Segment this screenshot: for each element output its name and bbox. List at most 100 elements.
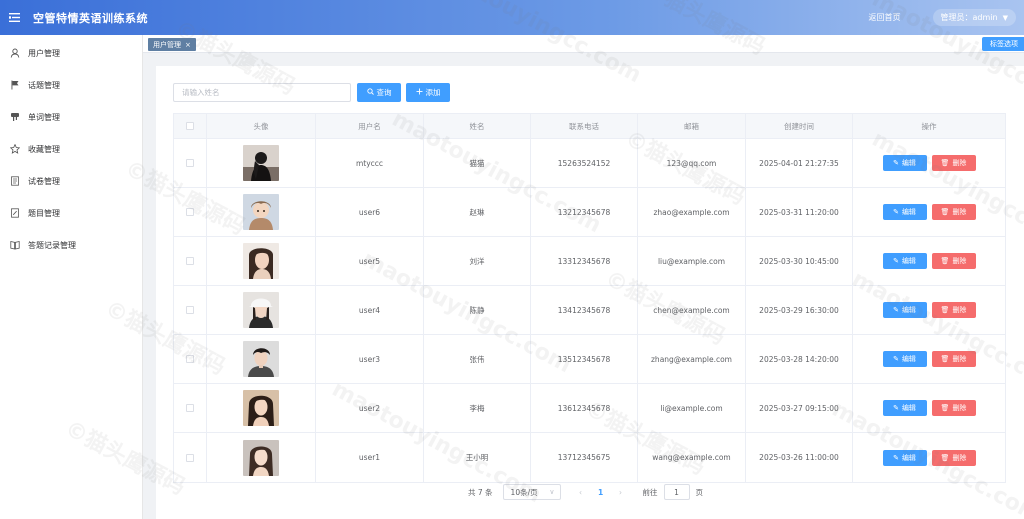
edit-icon: ✎ [893,355,899,363]
row-select-cell[interactable] [174,286,207,334]
actions-cell: ✎ 编辑 🗑 删除 [853,188,1005,236]
sidebar-item-label: 试卷管理 [28,176,60,186]
phone-cell: 13712345675 [531,433,638,482]
delete-button[interactable]: 🗑 删除 [931,155,976,171]
edit-button[interactable]: ✎ 编辑 [882,253,927,269]
search-button[interactable]: 查询 [357,83,401,102]
header-right: 返回首页 管理员：admin ▼ [869,0,1016,35]
book-icon [9,240,20,251]
sidebar-item-topics[interactable]: 话题管理 [0,69,142,101]
page-unit-label: 页 [695,487,704,497]
edit-button[interactable]: ✎ 编辑 [882,155,927,171]
select-all-checkbox[interactable] [186,122,194,130]
actions-cell: ✎ 编辑 🗑 删除 [853,335,1005,383]
add-button[interactable]: 添加 [406,83,450,102]
username-cell: user6 [316,188,424,236]
hand-icon [9,112,20,123]
avatar-cell [207,384,316,432]
row-checkbox[interactable] [186,257,194,265]
edit-button[interactable]: ✎ 编辑 [882,204,927,220]
document-icon [9,176,20,187]
username-cell: user4 [316,286,424,334]
edit-icon: ✎ [893,257,899,265]
row-checkbox[interactable] [186,355,194,363]
delete-button[interactable]: 🗑 删除 [931,253,976,269]
row-select-cell[interactable] [174,335,207,383]
row-checkbox[interactable] [186,306,194,314]
prev-page-icon[interactable]: ‹ [571,488,591,497]
sidebar-item-label: 收藏管理 [28,144,60,154]
delete-button[interactable]: 🗑 删除 [931,204,976,220]
home-link[interactable]: 返回首页 [869,12,901,23]
row-select-cell[interactable] [174,237,207,285]
created-cell: 2025-03-27 09:15:00 [746,384,853,432]
edit-button[interactable]: ✎ 编辑 [882,449,927,466]
sidebar-item-answer-records[interactable]: 答题记录管理 [0,229,142,261]
select-all-cell[interactable] [174,114,207,138]
page-size-select[interactable]: 10条/页 ∨ [502,484,561,500]
row-select-cell[interactable] [174,139,207,187]
username-cell: user1 [316,433,424,482]
tab-options-button[interactable]: 标签选项 [982,37,1024,51]
edit-button[interactable]: ✎ 编辑 [882,400,927,416]
sidebar-item-label: 话题管理 [28,80,60,90]
table-header: 头像 用户名 姓名 联系电话 邮箱 创建时间 操作 [174,114,1005,139]
sidebar-item-papers[interactable]: 试卷管理 [0,165,142,197]
avatar-cell [207,139,316,187]
sidebar-item-users[interactable]: 用户管理 [0,37,142,69]
avatar-cell [207,237,316,285]
email-cell: zhang@example.com [638,335,746,383]
avatar-cell [207,433,316,482]
top-header: 空管特情英语训练系统 返回首页 管理员：admin ▼ [0,0,1024,35]
table-row: user5 刘洋 13312345678 liu@example.com 202… [174,237,1005,286]
admin-dropdown[interactable]: 管理员：admin ▼ [932,9,1016,26]
delete-button[interactable]: 🗑 删除 [931,302,976,318]
edit-button-label: 编辑 [901,404,916,412]
add-button-label: 添加 [425,88,441,97]
tab-options-label: 标签选项 [990,40,1018,48]
trash-icon: 🗑 [940,208,950,216]
search-icon [366,88,374,97]
email-cell: liu@example.com [638,237,746,285]
actions-cell: ✎ 编辑 🗑 删除 [853,384,1005,432]
row-select-cell[interactable] [174,433,207,482]
row-checkbox[interactable] [186,453,194,462]
search-input[interactable] [173,83,351,102]
goto-page-input[interactable] [663,484,690,500]
username-cell: mtyccc [316,139,424,187]
delete-button[interactable]: 🗑 删除 [931,400,976,416]
name-cell: 猫猫 [424,139,531,187]
row-checkbox[interactable] [186,159,194,167]
main-content: 查询 添加 头像 用户名 姓名 联系电话 邮箱 创建时间 操作 mtyccc 猫… [156,66,1024,519]
row-select-cell[interactable] [174,384,207,432]
page-number[interactable]: 1 [591,488,611,497]
edit-button-label: 编辑 [901,208,916,216]
row-select-cell[interactable] [174,188,207,236]
tab-user-management[interactable]: 用户管理 × [148,38,196,51]
next-page-icon[interactable]: › [611,488,631,497]
trash-icon: 🗑 [940,257,950,265]
menu-toggle-icon[interactable] [0,0,28,35]
table-body: mtyccc 猫猫 15263524152 123@qq.com 2025-04… [174,139,1005,482]
edit-button[interactable]: ✎ 编辑 [882,351,927,367]
delete-button-label: 删除 [952,306,967,314]
delete-button[interactable]: 🗑 删除 [931,351,976,367]
username-cell: user2 [316,384,424,432]
avatar-cell [207,188,316,236]
sidebar-item-questions[interactable]: 题目管理 [0,197,142,229]
created-cell: 2025-03-26 11:00:00 [746,433,853,482]
row-checkbox[interactable] [186,208,194,216]
sidebar-item-favorites[interactable]: 收藏管理 [0,133,142,165]
sidebar-item-words[interactable]: 单词管理 [0,101,142,133]
caret-down-icon: ▼ [1002,13,1008,22]
close-icon[interactable]: × [185,41,191,49]
avatar [243,292,279,328]
edit-button[interactable]: ✎ 编辑 [882,302,927,318]
avatar [243,390,279,426]
phone-cell: 13612345678 [531,384,638,432]
trash-icon: 🗑 [940,404,950,412]
row-checkbox[interactable] [186,404,194,412]
table-row: mtyccc 猫猫 15263524152 123@qq.com 2025-04… [174,139,1005,188]
actions-cell: ✎ 编辑 🗑 删除 [853,237,1005,285]
delete-button[interactable]: 🗑 删除 [931,449,976,466]
